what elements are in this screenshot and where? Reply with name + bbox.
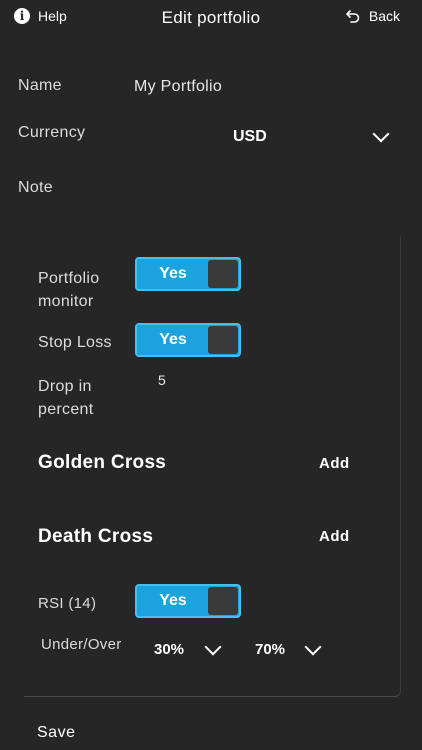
undo-arrow-icon xyxy=(346,10,360,23)
portfolio-monitor-toggle[interactable]: Yes xyxy=(135,257,241,291)
rsi-label: RSI (14) xyxy=(38,595,97,612)
back-button[interactable]: Back xyxy=(345,8,400,24)
name-input[interactable]: My Portfolio xyxy=(134,78,222,96)
rsi-over-value: 70% xyxy=(255,641,286,658)
rsi-under-select[interactable]: 30% xyxy=(152,638,232,662)
rsi-under-value: 30% xyxy=(154,641,185,658)
chevron-down-icon xyxy=(204,638,222,656)
note-input[interactable] xyxy=(134,172,394,202)
drop-percent-label: Drop in percent xyxy=(38,375,93,421)
chevron-down-icon xyxy=(372,125,390,143)
drop-percent-label-line1: Drop in xyxy=(38,378,92,395)
rsi-over-select[interactable]: 70% xyxy=(253,638,333,662)
note-label: Note xyxy=(18,179,53,196)
death-cross-add-button[interactable]: Add xyxy=(319,528,350,545)
stop-loss-toggle[interactable]: Yes xyxy=(135,323,241,357)
toggle-knob xyxy=(208,587,238,615)
golden-cross-add-button[interactable]: Add xyxy=(319,455,350,472)
golden-cross-title: Golden Cross xyxy=(38,452,167,473)
rsi-toggle[interactable]: Yes xyxy=(135,584,241,618)
portfolio-monitor-label-line2: monitor xyxy=(38,293,94,310)
under-over-label: Under/Over xyxy=(41,636,122,653)
save-button[interactable]: Save xyxy=(37,724,75,742)
currency-label: Currency xyxy=(18,124,86,141)
currency-select[interactable]: USD xyxy=(180,124,394,152)
back-label: Back xyxy=(368,8,400,24)
portfolio-monitor-label-line1: Portfolio xyxy=(38,270,100,287)
top-bar: i Help Edit portfolio Back xyxy=(0,0,422,40)
name-label: Name xyxy=(18,77,62,94)
toggle-label: Yes xyxy=(159,265,187,282)
drop-percent-label-line2: percent xyxy=(38,401,94,418)
toggle-knob xyxy=(208,326,238,354)
portfolio-monitor-label: Portfolio monitor xyxy=(38,267,99,313)
death-cross-title: Death Cross xyxy=(38,526,154,547)
toggle-knob xyxy=(208,260,238,288)
stop-loss-label: Stop Loss xyxy=(38,334,112,351)
toggle-label: Yes xyxy=(159,592,187,609)
currency-value: USD xyxy=(233,128,267,145)
toggle-label: Yes xyxy=(159,331,187,348)
chevron-down-icon xyxy=(304,638,322,656)
drop-percent-input[interactable]: 5 xyxy=(158,372,166,388)
